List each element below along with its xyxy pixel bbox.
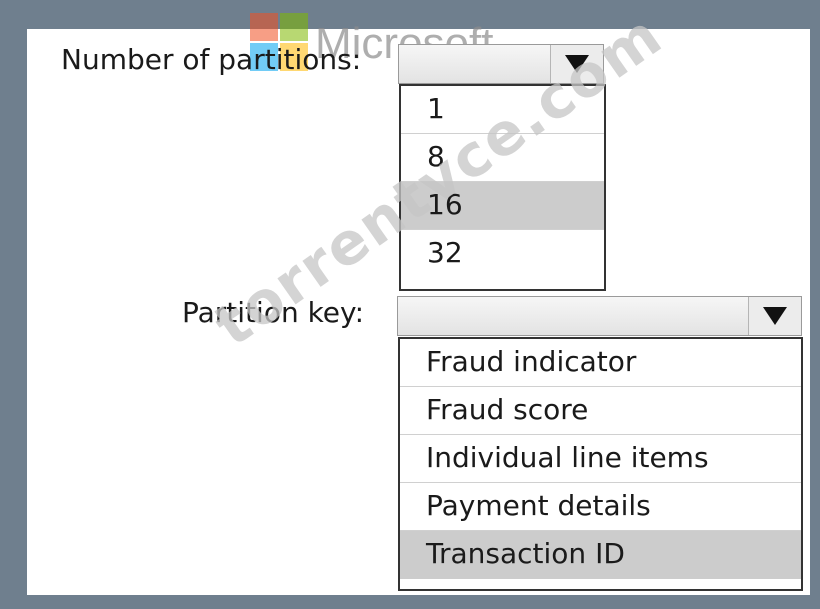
- answer-area: Microsoft Number of partitions: 1 8 16 3…: [27, 0, 810, 595]
- partition-key-dropdown[interactable]: [397, 296, 802, 336]
- partition-key-option[interactable]: Payment details: [400, 483, 801, 531]
- partition-key-listbox: Fraud indicator Fraud score Individual l…: [398, 337, 803, 591]
- partitions-option[interactable]: 32: [401, 230, 604, 278]
- triangle-down-icon: [763, 307, 787, 325]
- partition-key-option[interactable]: Individual line items: [400, 435, 801, 483]
- partition-key-option[interactable]: Fraud indicator: [400, 339, 801, 387]
- partition-key-option[interactable]: Fraud score: [400, 387, 801, 435]
- partition-key-option-selected[interactable]: Transaction ID: [400, 531, 801, 579]
- partition-key-dropdown-button[interactable]: [748, 297, 801, 335]
- partitions-label: Number of partitions:: [61, 43, 362, 76]
